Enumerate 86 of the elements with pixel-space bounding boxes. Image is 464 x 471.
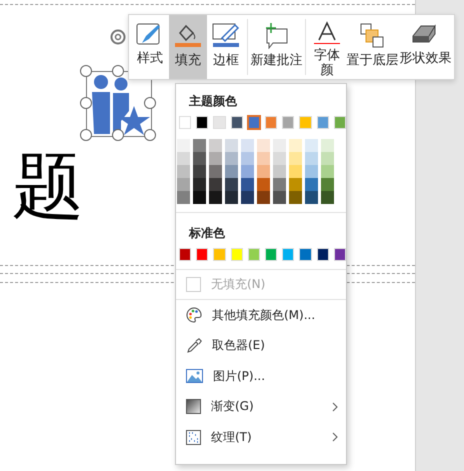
color-swatch[interactable] bbox=[273, 165, 286, 178]
toolbar-button[interactable]: 样式 bbox=[131, 15, 169, 79]
palette-icon bbox=[186, 307, 202, 324]
color-swatch[interactable] bbox=[241, 178, 254, 191]
empty-swatch-icon bbox=[186, 277, 201, 292]
resize-handle[interactable] bbox=[112, 129, 124, 141]
menu-item-label: 图片(P)... bbox=[213, 368, 266, 385]
color-swatch[interactable] bbox=[209, 139, 222, 152]
color-swatch[interactable] bbox=[209, 165, 222, 178]
resize-handle[interactable] bbox=[144, 97, 156, 109]
color-swatch[interactable] bbox=[289, 152, 302, 165]
color-swatch[interactable] bbox=[289, 178, 302, 191]
color-swatch[interactable] bbox=[225, 152, 238, 165]
menu-item[interactable]: 取色器(E) bbox=[176, 330, 346, 361]
color-swatch[interactable] bbox=[305, 152, 318, 165]
toolbar-button[interactable]: 边框 bbox=[207, 15, 245, 79]
resize-handle[interactable] bbox=[144, 129, 156, 141]
menu-item-label: 渐变(G) bbox=[211, 398, 254, 416]
resize-handle[interactable] bbox=[80, 129, 92, 141]
color-swatch[interactable] bbox=[321, 191, 334, 204]
rotate-handle-icon[interactable] bbox=[109, 28, 127, 46]
toolbar-button[interactable]: 置于底层 bbox=[346, 15, 399, 79]
color-swatch[interactable] bbox=[289, 139, 302, 152]
menu-item-label: 纹理(T) bbox=[211, 428, 252, 446]
color-swatch[interactable] bbox=[305, 178, 318, 191]
color-swatch[interactable] bbox=[225, 191, 238, 204]
color-swatch[interactable] bbox=[177, 191, 190, 204]
picture-icon bbox=[186, 369, 203, 384]
color-swatch[interactable] bbox=[321, 165, 334, 178]
color-swatch[interactable] bbox=[209, 191, 222, 204]
color-swatch[interactable] bbox=[177, 152, 190, 165]
color-swatch[interactable] bbox=[241, 191, 254, 204]
color-swatch[interactable] bbox=[241, 152, 254, 165]
color-swatch[interactable] bbox=[273, 191, 286, 204]
menu-item[interactable]: 纹理(T) bbox=[176, 422, 346, 452]
color-swatch[interactable] bbox=[193, 139, 206, 152]
section-heading: 标准色 bbox=[188, 225, 226, 242]
color-swatch[interactable] bbox=[273, 139, 286, 152]
section-heading: 主题颜色 bbox=[188, 93, 238, 110]
color-swatch[interactable] bbox=[273, 152, 286, 165]
color-swatch[interactable] bbox=[257, 178, 270, 191]
color-swatch[interactable] bbox=[248, 116, 260, 129]
menu-item[interactable]: 图片(P)... bbox=[176, 361, 346, 392]
toolbar-button[interactable]: 填充 bbox=[169, 15, 207, 79]
color-swatch[interactable] bbox=[257, 152, 270, 165]
color-swatch[interactable] bbox=[241, 139, 254, 152]
color-swatch[interactable] bbox=[305, 165, 318, 178]
menu-item-label: 其他填充颜色(M)... bbox=[212, 306, 316, 324]
color-swatch[interactable] bbox=[241, 165, 254, 178]
toolbar-button[interactable]: 形状效果 bbox=[398, 15, 452, 79]
color-swatch[interactable] bbox=[177, 178, 190, 191]
color-swatch[interactable] bbox=[305, 191, 318, 204]
color-swatch[interactable] bbox=[225, 178, 238, 191]
color-swatch[interactable] bbox=[321, 139, 334, 152]
color-swatch[interactable] bbox=[225, 139, 238, 152]
color-swatch[interactable] bbox=[193, 191, 206, 204]
pencil-icon bbox=[210, 21, 242, 49]
color-swatch[interactable] bbox=[225, 165, 238, 178]
color-swatch[interactable] bbox=[305, 139, 318, 152]
gradient-icon bbox=[186, 399, 201, 414]
menu-item-label: 取色器(E) bbox=[212, 337, 265, 354]
color-swatch[interactable] bbox=[193, 165, 206, 178]
color-swatch[interactable] bbox=[177, 165, 190, 178]
color-swatch[interactable] bbox=[209, 152, 222, 165]
toolbar-button[interactable]: 字体颜 bbox=[308, 15, 346, 79]
color-swatch[interactable] bbox=[289, 165, 302, 178]
toolbar-button[interactable]: 新建批注 bbox=[250, 15, 303, 79]
color-swatch[interactable] bbox=[177, 139, 190, 152]
menu-item[interactable]: 渐变(G) bbox=[176, 392, 346, 422]
color-swatch[interactable] bbox=[257, 165, 270, 178]
resize-handle[interactable] bbox=[80, 97, 92, 109]
color-swatch[interactable] bbox=[289, 191, 302, 204]
menu-item[interactable]: 其他填充颜色(M)... bbox=[176, 300, 346, 330]
color-swatch[interactable] bbox=[321, 152, 334, 165]
color-swatch[interactable] bbox=[257, 191, 270, 204]
color-swatch[interactable] bbox=[209, 178, 222, 191]
color-swatch[interactable] bbox=[193, 178, 206, 191]
eyedropper-icon bbox=[186, 338, 202, 354]
color-swatch[interactable] bbox=[193, 152, 206, 165]
color-swatch[interactable] bbox=[273, 178, 286, 191]
resize-handle[interactable] bbox=[80, 65, 92, 77]
texture-icon bbox=[186, 430, 201, 445]
color-swatch[interactable] bbox=[257, 139, 270, 152]
resize-handle[interactable] bbox=[112, 65, 124, 77]
slide-title: 题 bbox=[12, 150, 84, 222]
color-swatch[interactable] bbox=[321, 178, 334, 191]
